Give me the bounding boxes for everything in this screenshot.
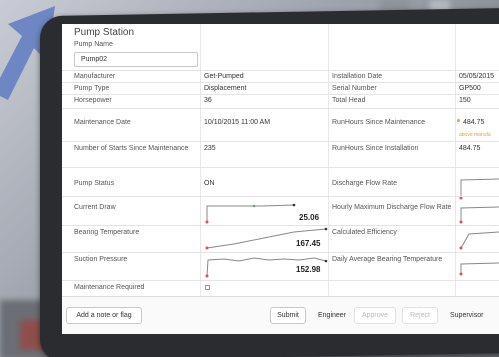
starts-value: 235 bbox=[204, 145, 216, 152]
pump-type-value: Displacement bbox=[204, 85, 247, 92]
runhours-maintenance-value: 484.75 bbox=[463, 119, 485, 126]
serial-number-value: GP500 bbox=[459, 85, 481, 92]
suction-pressure-value: 152.98 bbox=[296, 265, 321, 274]
discharge-flow-label: Discharge Flow Rate bbox=[332, 180, 397, 187]
engineer-label: Engineer bbox=[318, 312, 347, 319]
daily-avg-bearing-label: Daily Average Bearing Temperature bbox=[332, 256, 443, 263]
starts-label: Number of Starts Since Maintenance bbox=[74, 145, 189, 152]
maintenance-date-label: Maintenance Date bbox=[74, 119, 131, 126]
form-footer: Add a note or flag Submit Engineer Appro… bbox=[62, 296, 499, 334]
supervisor-label: Supervisor bbox=[450, 312, 484, 319]
add-note-button[interactable]: Add a note or flag bbox=[66, 307, 142, 324]
runhours-installation-value: 484.75 bbox=[459, 145, 481, 152]
runhours-maintenance-label: RunHours Since Maintenance bbox=[332, 119, 425, 126]
maintenance-required-label: Maintenance Required bbox=[74, 284, 145, 291]
pump-station-form: Pump Station Pump Name Pump02 Manufactur… bbox=[62, 24, 499, 334]
bearing-temperature-value: 167.45 bbox=[296, 239, 321, 248]
horsepower-label: Horsepower bbox=[74, 97, 112, 104]
horsepower-value: 36 bbox=[204, 97, 212, 104]
pump-status-value: ON bbox=[204, 180, 215, 187]
maintenance-date-value: 10/10/2015 11:00 AM bbox=[204, 119, 271, 126]
suction-pressure-label: Suction Pressure bbox=[74, 256, 128, 263]
reject-button[interactable]: Reject bbox=[402, 307, 438, 324]
calculated-efficiency-label: Calculated Efficiency bbox=[332, 229, 397, 236]
hourly-max-discharge-sparkline bbox=[459, 206, 499, 224]
daily-avg-bearing-sparkline bbox=[459, 262, 499, 276]
current-draw-value: 25.06 bbox=[299, 213, 320, 222]
approve-button[interactable]: Approve bbox=[354, 307, 396, 324]
maintenance-required-checkbox[interactable] bbox=[205, 285, 210, 290]
manufacturer-value: Get-Pumped bbox=[204, 73, 244, 80]
column-divider bbox=[455, 24, 456, 296]
pump-name-label: Pump Name bbox=[74, 41, 113, 48]
calculated-efficiency-sparkline bbox=[459, 231, 499, 250]
bearing-temperature-label: Bearing Temperature bbox=[74, 229, 140, 236]
column-divider bbox=[200, 24, 201, 296]
manufacturer-label: Manufacturer bbox=[74, 73, 116, 80]
hourly-max-discharge-label: Hourly Maximum Discharge Flow Rate bbox=[332, 204, 452, 211]
current-draw-label: Current Draw bbox=[74, 204, 116, 211]
installation-date-value: 05/05/2015 bbox=[459, 73, 495, 80]
warning-dot-icon bbox=[457, 119, 460, 122]
pump-status-label: Pump Status bbox=[74, 180, 115, 187]
column-divider bbox=[328, 24, 329, 296]
pump-name-input[interactable]: Pump02 bbox=[74, 52, 198, 67]
pump-type-label: Pump Type bbox=[74, 85, 110, 92]
total-head-label: Total Head bbox=[332, 97, 366, 104]
total-head-value: 150 bbox=[459, 97, 471, 104]
runhours-warning: above manufa bbox=[459, 132, 491, 138]
submit-button[interactable]: Submit bbox=[270, 307, 306, 324]
runhours-installation-label: RunHours Since Installation bbox=[332, 145, 419, 152]
installation-date-label: Installation Date bbox=[332, 73, 383, 80]
page-title: Pump Station bbox=[74, 27, 135, 38]
serial-number-label: Serial Number bbox=[332, 85, 377, 92]
